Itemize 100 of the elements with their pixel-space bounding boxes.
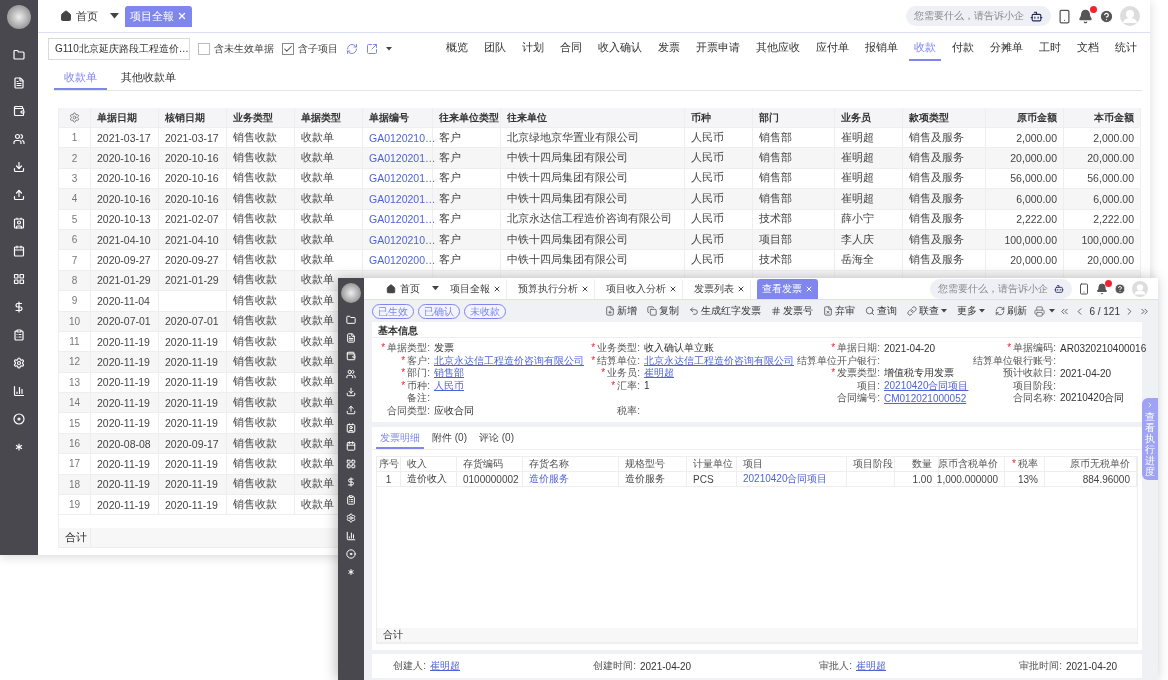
phone-icon[interactable] (1078, 282, 1090, 295)
nav-tab[interactable]: 收入确认 (593, 37, 647, 61)
nav-tab[interactable]: 开票申请 (691, 37, 745, 61)
menu-button[interactable]: 联查 (904, 304, 951, 318)
grid-icon[interactable] (13, 273, 25, 285)
document-link[interactable]: GA0120201… (363, 168, 433, 189)
checkbox[interactable] (198, 43, 210, 55)
wallet-icon[interactable] (13, 105, 25, 117)
nav-tab[interactable]: 分摊单 (985, 37, 1028, 61)
field-link[interactable]: 北京永达信工程造价咨询有限公司 (644, 353, 794, 368)
help-icon[interactable] (1099, 8, 1114, 24)
home-tab[interactable]: 首页 (380, 279, 426, 298)
nav-tab[interactable]: 合同 (555, 37, 587, 61)
calendar-icon[interactable] (13, 245, 25, 257)
refresh-icon[interactable] (346, 43, 358, 55)
close-icon[interactable] (581, 284, 589, 293)
document-link[interactable]: GA0120210… (363, 128, 433, 148)
field-link[interactable]: 北京永达信工程造价咨询有限公司 (434, 353, 584, 368)
download-icon[interactable] (13, 161, 25, 173)
toolbar-button[interactable]: 查询 (862, 304, 901, 318)
toolbar-button[interactable]: 复制 (644, 304, 683, 318)
detail-tab[interactable]: 评论 (0) (475, 429, 518, 449)
document-icon[interactable] (13, 77, 25, 89)
dollar-icon[interactable] (13, 301, 25, 313)
nav-tab[interactable]: 统计 (1110, 37, 1142, 61)
document-link[interactable]: GA0120200… (363, 250, 433, 270)
document-link[interactable]: GA0120201… (363, 209, 433, 229)
close-icon[interactable] (493, 284, 501, 293)
asterisk-icon[interactable] (13, 441, 25, 453)
dollar-icon[interactable] (346, 477, 356, 487)
nav-tab[interactable]: 发票 (653, 37, 685, 61)
document-link[interactable]: GA0120201… (363, 148, 433, 168)
folder-icon[interactable] (13, 49, 25, 61)
toolbar-button[interactable]: 生成红字发票 (686, 304, 765, 318)
nav-tab[interactable]: 团队 (479, 37, 511, 61)
folder-icon[interactable] (346, 315, 356, 325)
document-link[interactable]: GA0120201… (363, 189, 433, 209)
field-link[interactable]: 20210420合同项目 (884, 378, 969, 393)
toolbar-button[interactable]: 新增 (602, 304, 641, 318)
clipboard-icon[interactable] (13, 329, 25, 341)
field-label: 单据日期: (837, 341, 880, 355)
printer-icon[interactable] (1034, 305, 1046, 317)
nav-tab[interactable]: 付款 (947, 37, 979, 61)
nav-tab[interactable]: 报销单 (860, 37, 903, 61)
field-value: AR0320210400016 (1060, 342, 1147, 354)
download-icon[interactable] (346, 387, 356, 397)
close-icon[interactable] (669, 284, 677, 293)
field-link[interactable]: CM012021000052 (884, 392, 967, 404)
column-header: 序号 (378, 457, 399, 471)
menu-button[interactable]: 更多 (954, 304, 989, 318)
toolbar-button[interactable]: 弃审 (820, 304, 859, 318)
grid-icon[interactable] (346, 459, 356, 469)
toolbar-button[interactable]: 刷新 (992, 304, 1031, 318)
document-link[interactable]: GA0120210… (363, 229, 433, 250)
project-select[interactable]: G110北京延庆路段工程造价… (48, 38, 190, 60)
disc-icon[interactable] (346, 549, 356, 559)
item-link[interactable]: 20210420合同项目 (737, 472, 847, 486)
nav-tab[interactable]: 计划 (517, 37, 549, 61)
item-link[interactable]: 造价服务 (523, 472, 619, 486)
sub-tab[interactable]: 其他收款单 (111, 67, 186, 90)
detail-tab[interactable]: 附件 (0) (428, 429, 471, 449)
clipboard-icon[interactable] (346, 495, 356, 505)
field-link[interactable]: 崔明超 (430, 659, 460, 673)
table-cell: 客户 (433, 168, 501, 189)
nav-tab[interactable]: 应付单 (811, 37, 854, 61)
calendar-icon[interactable] (346, 441, 356, 451)
nav-tab[interactable]: 概览 (441, 37, 473, 61)
required-mark: * (831, 343, 836, 354)
table-cell: 销售收款 (227, 372, 295, 393)
contact-card-icon[interactable] (346, 423, 356, 433)
field-link[interactable]: 人民币 (434, 378, 464, 393)
people-icon[interactable] (346, 369, 356, 379)
field-link[interactable]: 崔明超 (856, 659, 886, 673)
asterisk-icon[interactable] (346, 567, 356, 577)
home-icon (386, 283, 396, 294)
field-link[interactable]: 崔明超 (644, 366, 674, 381)
people-icon[interactable] (13, 133, 25, 145)
nav-tab[interactable]: 工时 (1034, 37, 1066, 61)
bell-icon[interactable] (1096, 282, 1108, 295)
document-icon[interactable] (346, 333, 356, 343)
field-link[interactable]: 销售部 (434, 366, 464, 381)
upload-icon[interactable] (346, 405, 356, 415)
close-icon[interactable] (737, 284, 745, 293)
help-icon[interactable] (1114, 282, 1126, 295)
nav-tab[interactable]: 其他应收 (751, 37, 805, 61)
disc-icon[interactable] (13, 413, 25, 425)
export-icon[interactable] (366, 43, 378, 55)
phone-icon[interactable] (1057, 8, 1072, 24)
home-tab[interactable]: 首页 (54, 6, 104, 26)
bar-chart-icon[interactable] (346, 531, 356, 541)
table-cell: 收款单 (295, 209, 363, 229)
wallet-icon[interactable] (346, 351, 356, 361)
toolbar-button[interactable]: 发票号 (768, 304, 817, 318)
table-cell: 销售收款 (227, 331, 295, 352)
contact-card-icon[interactable] (13, 217, 25, 229)
checkbox[interactable] (282, 43, 294, 55)
bar-chart-icon[interactable] (13, 385, 25, 397)
upload-icon[interactable] (13, 189, 25, 201)
nav-tab[interactable]: 文档 (1072, 37, 1104, 61)
bell-icon[interactable] (1078, 8, 1093, 24)
